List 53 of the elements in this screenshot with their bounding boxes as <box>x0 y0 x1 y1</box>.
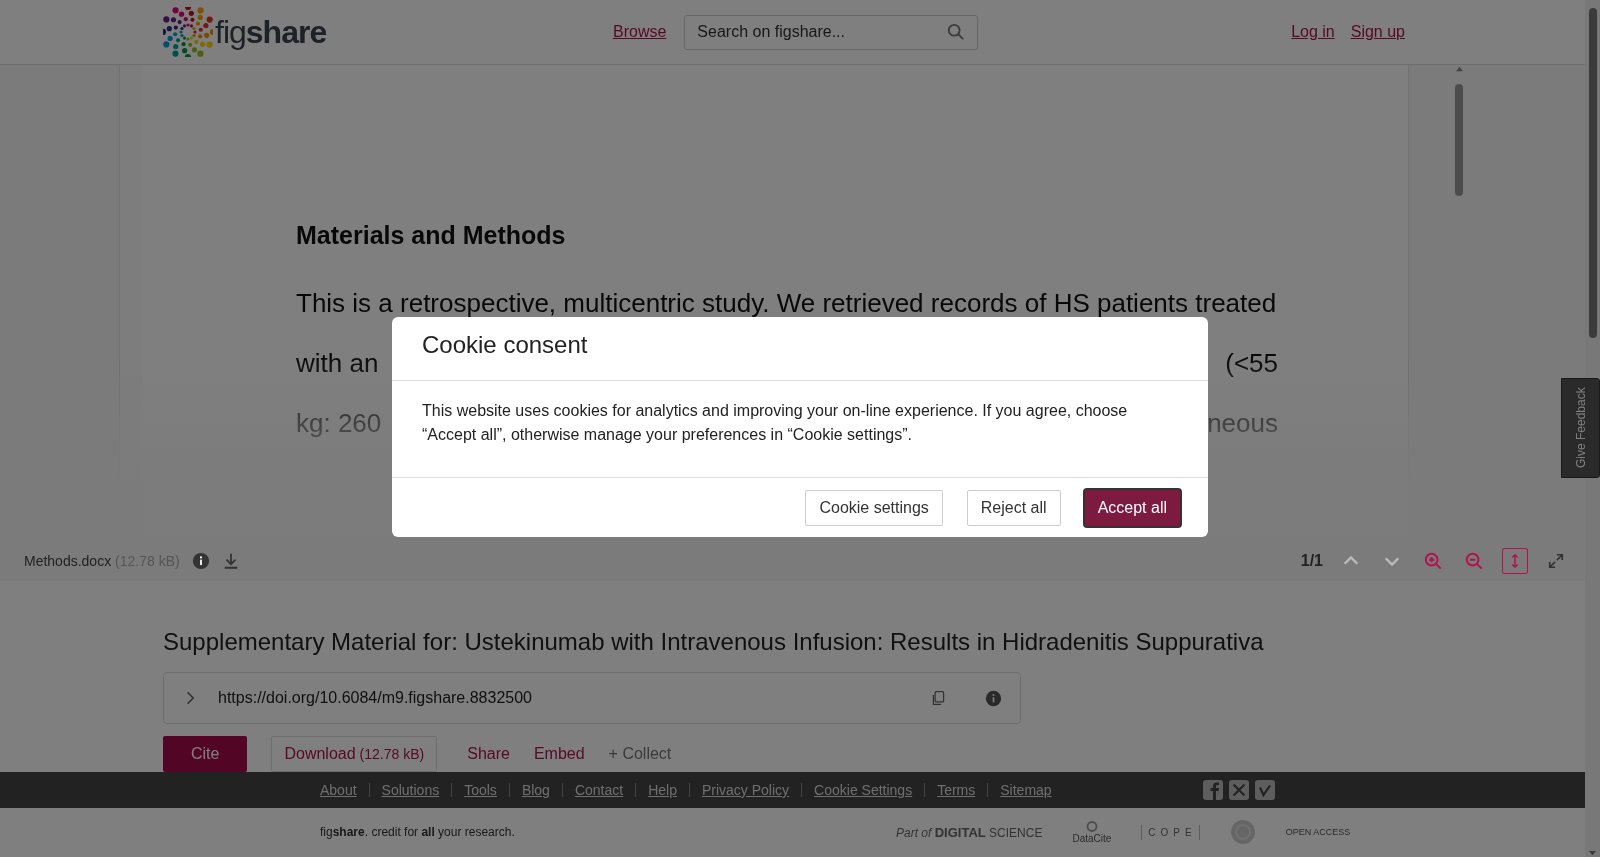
partner-logo[interactable]: DataCite <box>1072 820 1112 844</box>
dialog-button[interactable]: Cookie settings <box>805 490 943 526</box>
document-text: neous <box>1207 408 1278 438</box>
document-text: (<55 <box>1225 348 1278 378</box>
footer-link[interactable]: Contact <box>561 783 636 797</box>
footer-link[interactable]: Sitemap <box>987 783 1064 797</box>
scroll-down-arrow-icon[interactable] <box>1588 850 1597 857</box>
dialog-text: This website uses cookies for analytics and improving your on-line experience. If you agree, choose “Accept all”, otherwise manage your preferences in “Cookie settings”. <box>392 381 1208 478</box>
download-button[interactable]: Download (12.78 kB) <box>271 736 438 772</box>
copy-icon[interactable] <box>930 689 947 707</box>
search-icon <box>947 23 966 41</box>
feedback-tab[interactable]: Give Feedback <box>1561 378 1600 478</box>
action-link[interactable]: Embed <box>521 736 597 772</box>
dialog-title: Cookie consent <box>392 317 1208 381</box>
footer-link[interactable]: About <box>320 783 369 797</box>
partner-logo[interactable]: OPEN ACCESS <box>1285 827 1351 837</box>
collect-link[interactable]: + Collect <box>596 736 684 772</box>
auth-link[interactable]: Log in <box>1291 23 1335 41</box>
footer-link[interactable]: Privacy Policy <box>688 783 802 797</box>
seal-logo-icon[interactable] <box>1229 819 1256 845</box>
document-heading: Materials and Methods <box>296 221 567 250</box>
info-icon[interactable] <box>191 552 210 570</box>
document-text: This is a retrospective, multicentric study. We retrieved records of HS patients treated <box>296 288 1278 318</box>
vertical-arrows-icon[interactable] <box>1502 548 1528 574</box>
footer-link[interactable]: Blog <box>508 783 562 797</box>
tagline: figshare. credit for all your research. <box>320 825 516 839</box>
facebook-icon[interactable] <box>1203 780 1223 800</box>
page-counter: 1/1 <box>1300 552 1323 570</box>
dialog-button[interactable]: Reject all <box>966 490 1061 526</box>
partner-logo[interactable]: Part of DIGITAL SCIENCE <box>896 824 1043 840</box>
accept-button[interactable]: Accept all <box>1084 490 1180 526</box>
footer-link[interactable]: Solutions <box>368 783 452 797</box>
footer-link[interactable]: Cookie Settings <box>801 783 925 797</box>
cite-button[interactable]: Cite <box>163 736 248 772</box>
logo-text: figshare <box>215 13 327 51</box>
x-icon[interactable] <box>1229 780 1249 800</box>
swirl-logo-icon <box>163 7 213 57</box>
auth-link[interactable]: Sign up <box>1350 23 1405 41</box>
footer-link[interactable]: Help <box>635 783 689 797</box>
item-title: Supplementary Material for: Ustekinumab with Intravenous Infusion: Results in Hidradenitis Suppurativa <box>163 628 1265 656</box>
footer-link[interactable]: Terms <box>924 783 988 797</box>
scrollbar-thumb[interactable] <box>1588 8 1597 338</box>
document-text: kg: 260 <box>296 408 382 438</box>
vimeo-icon[interactable] <box>1255 780 1275 800</box>
search-field[interactable]: Search on figshare... <box>684 14 979 50</box>
nav-link[interactable]: Browse <box>613 23 667 41</box>
scroll-up-arrow-icon[interactable] <box>1454 65 1464 72</box>
partner-logo[interactable]: COPE <box>1141 824 1200 840</box>
action-link[interactable]: Share <box>455 736 522 772</box>
document-text: with an <box>296 348 379 378</box>
doi-link[interactable]: https://doi.org/10.6084/m9.figshare.8832500 <box>218 689 930 707</box>
scrollbar-thumb[interactable] <box>1455 84 1463 196</box>
footer-link[interactable]: Tools <box>451 783 509 797</box>
